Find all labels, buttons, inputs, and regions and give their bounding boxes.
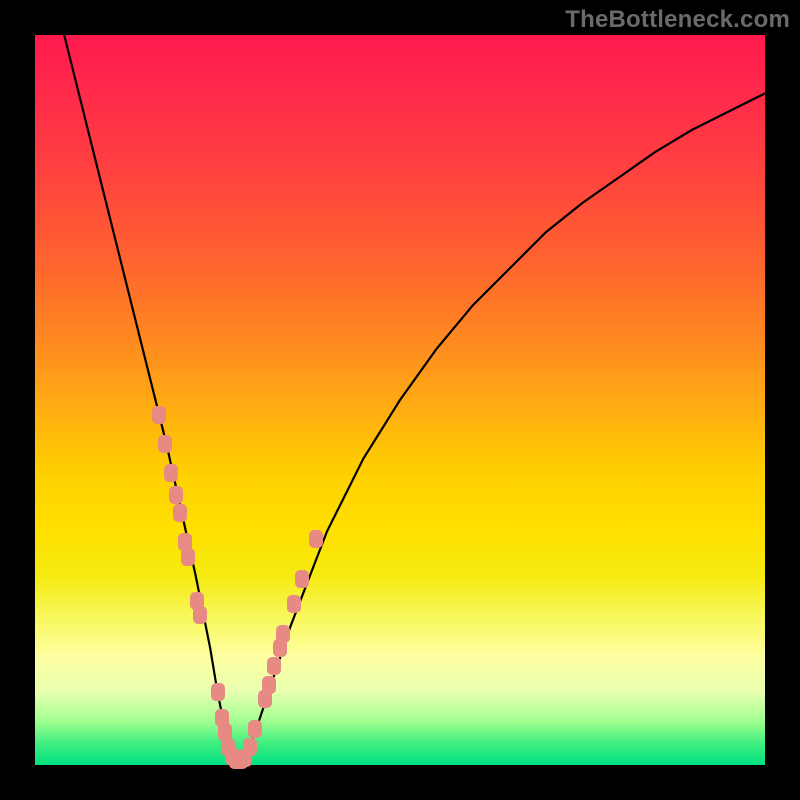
data-marker bbox=[309, 530, 323, 548]
data-marker bbox=[267, 657, 281, 675]
penalty-curve bbox=[64, 35, 765, 761]
data-marker bbox=[193, 606, 207, 624]
data-marker bbox=[164, 464, 178, 482]
data-marker bbox=[287, 595, 301, 613]
data-marker bbox=[152, 406, 166, 424]
data-marker bbox=[211, 683, 225, 701]
data-marker bbox=[158, 435, 172, 453]
watermark-text: TheBottleneck.com bbox=[565, 6, 790, 34]
chart-frame: TheBottleneck.com bbox=[0, 0, 800, 800]
data-marker bbox=[276, 625, 290, 643]
data-marker bbox=[169, 486, 183, 504]
data-marker bbox=[181, 548, 195, 566]
data-marker bbox=[243, 738, 257, 756]
data-marker bbox=[173, 504, 187, 522]
data-marker bbox=[248, 720, 262, 738]
curve-svg bbox=[35, 35, 765, 765]
data-marker bbox=[262, 676, 276, 694]
data-marker bbox=[295, 570, 309, 588]
plot-area bbox=[35, 35, 765, 765]
